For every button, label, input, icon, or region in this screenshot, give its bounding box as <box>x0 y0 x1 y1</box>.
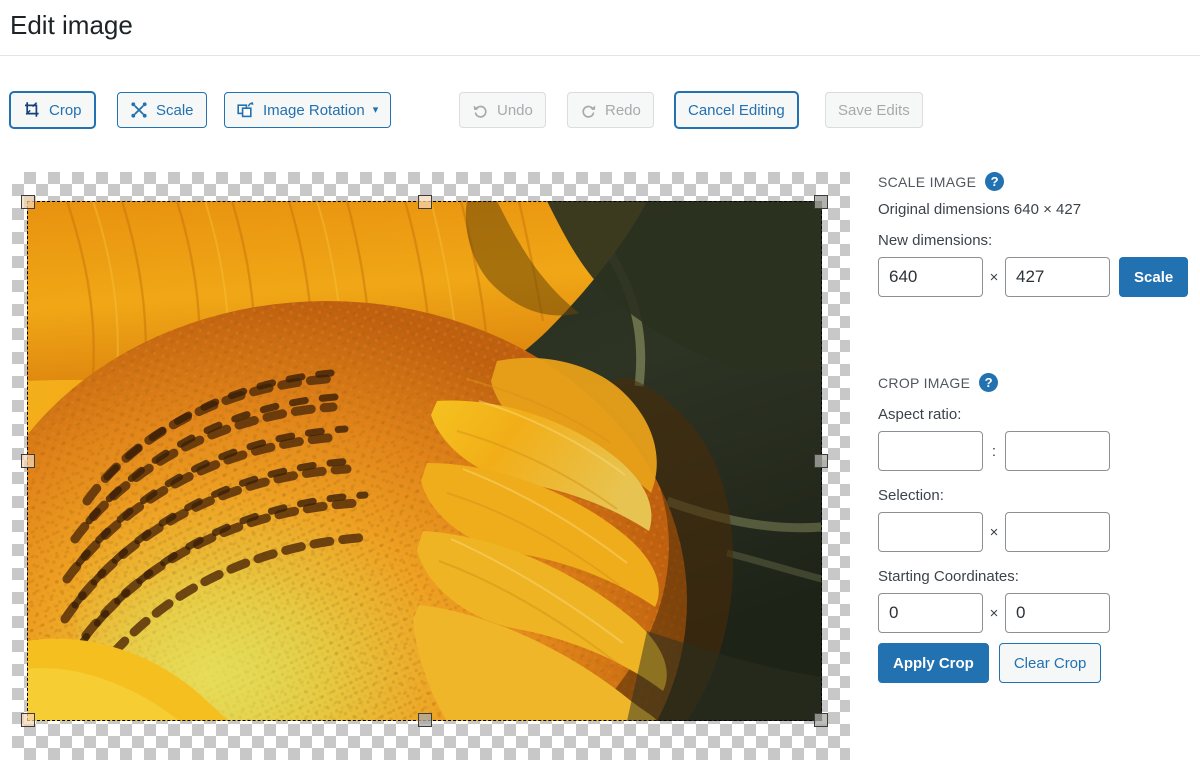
undo-button-label: Undo <box>497 101 533 119</box>
crop-handle-e[interactable] <box>814 454 828 468</box>
crop-handle-n[interactable] <box>417 195 432 209</box>
clear-crop-button[interactable]: Clear Crop <box>998 643 1102 683</box>
crop-image-section-title: CROP IMAGE ? <box>878 373 1190 392</box>
apply-crop-button[interactable]: Apply Crop <box>878 643 989 683</box>
redo-icon <box>580 102 597 119</box>
editor-settings-sidebar: SCALE IMAGE ? Original dimensions 640 × … <box>878 172 1190 683</box>
rotate-icon <box>237 101 255 119</box>
aspect-ratio-separator: : <box>991 442 997 460</box>
scale-height-input[interactable] <box>1005 257 1110 297</box>
crop-handle-se[interactable] <box>814 713 828 727</box>
crop-handle-s[interactable] <box>417 713 432 727</box>
new-dimensions-label: New dimensions: <box>878 232 993 249</box>
editor-toolbar: Crop Scale Image Rotation ▾ Undo Redo Ca… <box>0 56 1200 156</box>
selection-label: Selection: <box>878 487 944 504</box>
cancel-editing-label: Cancel Editing <box>688 101 785 119</box>
aspect-ratio-label: Aspect ratio: <box>878 406 962 423</box>
selection-width-input[interactable] <box>878 512 983 552</box>
start-x-input[interactable] <box>878 593 983 633</box>
scale-button-label: Scale <box>156 101 194 119</box>
redo-button: Redo <box>567 92 654 128</box>
scale-button[interactable]: Scale <box>117 92 207 128</box>
aspect-ratio-width-input[interactable] <box>878 431 983 471</box>
selection-height-input[interactable] <box>1005 512 1110 552</box>
image-rotation-label: Image Rotation <box>263 101 365 119</box>
cancel-editing-button[interactable]: Cancel Editing <box>675 92 798 128</box>
scale-multiply-symbol: × <box>989 268 999 286</box>
undo-icon <box>472 102 489 119</box>
crop-handle-nw[interactable] <box>21 195 35 209</box>
crop-image-title-text: CROP IMAGE <box>878 374 971 391</box>
crop-handle-ne[interactable] <box>814 195 828 209</box>
crop-action-row: Apply Crop Clear Crop <box>878 643 1190 683</box>
scale-image-section-title: SCALE IMAGE ? <box>878 172 1190 191</box>
scale-icon <box>130 101 148 119</box>
aspect-ratio-row: : <box>878 431 1190 471</box>
undo-button: Undo <box>459 92 546 128</box>
scale-image-title-text: SCALE IMAGE <box>878 173 977 190</box>
aspect-ratio-height-input[interactable] <box>1005 431 1110 471</box>
save-edits-label: Save Edits <box>838 101 910 119</box>
selection-multiply-symbol: × <box>989 523 999 541</box>
sunflower-artwork <box>27 201 822 721</box>
starting-coordinates-label: Starting Coordinates: <box>878 568 1019 585</box>
crop-icon <box>23 101 41 119</box>
redo-button-label: Redo <box>605 101 641 119</box>
page-title: Edit image <box>10 10 133 40</box>
crop-button[interactable]: Crop <box>10 92 95 128</box>
save-edits-button: Save Edits <box>825 92 923 128</box>
page-header: Edit image <box>0 0 1200 56</box>
crop-handle-sw[interactable] <box>21 713 35 727</box>
selection-row: × <box>878 512 1190 552</box>
scale-apply-button[interactable]: Scale <box>1119 257 1189 297</box>
new-dimensions-row: × Scale <box>878 257 1190 297</box>
start-y-input[interactable] <box>1005 593 1110 633</box>
crop-help-icon[interactable]: ? <box>979 373 999 392</box>
original-dimensions-text: Original dimensions 640 × 427 <box>878 201 1082 218</box>
coordinates-multiply-symbol: × <box>989 604 999 622</box>
chevron-down-icon: ▾ <box>372 103 379 116</box>
crop-handle-w[interactable] <box>21 454 35 468</box>
scale-help-icon[interactable]: ? <box>985 172 1005 191</box>
sunflower-image[interactable] <box>27 201 822 721</box>
image-rotation-button[interactable]: Image Rotation ▾ <box>224 92 392 128</box>
crop-button-label: Crop <box>49 101 82 119</box>
scale-width-input[interactable] <box>878 257 983 297</box>
starting-coordinates-row: × <box>878 593 1190 633</box>
